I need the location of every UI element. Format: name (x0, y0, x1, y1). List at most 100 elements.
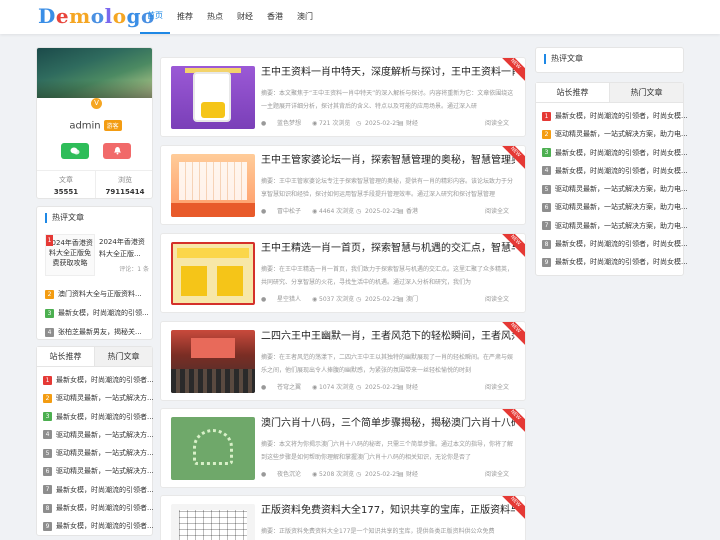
list-item[interactable]: 9 最新女模，时尚潮流的引领者... (43, 520, 154, 532)
article-author[interactable]: 夜色沉沦 (277, 470, 301, 480)
list-item[interactable]: 8 最新女模，时尚潮流的引领者... (43, 502, 154, 514)
recommend-tabs-widget: 站长推荐 热门文章 1 最新女模，时尚潮流的引领者... 2 驱动精灵最新，一站式解… (36, 346, 154, 536)
rank-badge: 4 (45, 327, 54, 337)
author-avatar-icon: ● (261, 296, 267, 303)
list-item[interactable]: 6 驱动精灵最新，一站式解决方案，助力电... (542, 201, 688, 213)
nav-home[interactable]: 首页 (140, 0, 170, 34)
article-author[interactable]: 星空猎人 (277, 295, 301, 305)
tab-popular-articles[interactable]: 热门文章 (609, 83, 683, 102)
list-item[interactable]: 3 最新女模，时尚潮流的引领者，时尚女模... (542, 147, 688, 159)
wechat-button[interactable] (61, 143, 89, 159)
list-item[interactable]: 4 驱动精灵最新，一站式解决方... (43, 429, 154, 441)
list-item[interactable]: 3 最新女模，时尚潮流的引领... (45, 308, 149, 321)
read-more-link[interactable]: 阅读全文 (485, 207, 509, 217)
list-item[interactable]: 3 最新女模，时尚潮流的引领者... (43, 411, 154, 423)
list-item[interactable]: 2 驱动精灵最新，一站式解决方... (43, 392, 154, 404)
article-meta: ● 星空猎人 ◉ 5037 次浏览 ◷ 2025-02-25 ▤ 澳门 阅读全文 (261, 295, 517, 305)
article-thumbnail[interactable] (171, 66, 255, 129)
article-title[interactable]: 澳门六肖十八码，三个简单步骤揭秘，揭秘澳门六肖十八码，三个简单步骤 (261, 417, 515, 431)
list-item-label: 最新女模，时尚潮流的引领者... (56, 376, 154, 384)
list-item-label: 最新女模，时尚潮流的引领者，时尚女模... (555, 258, 688, 267)
author-avatar-icon: ● (261, 471, 267, 478)
featured-title[interactable]: 2024年香港资料大全正版... (99, 236, 149, 260)
list-item[interactable]: 5 驱动精灵最新，一站式解决方... (43, 447, 154, 459)
article-category[interactable]: 澳门 (406, 295, 418, 305)
article-thumbnail[interactable] (171, 417, 255, 480)
list-item-label: 最新女模，时尚潮流的引领... (58, 309, 149, 317)
site-logo[interactable]: Demologo (38, 4, 155, 28)
article-category[interactable]: 香港 (406, 207, 418, 217)
nav-hot[interactable]: 热点 (200, 0, 230, 34)
tab-popular-articles[interactable]: 热门文章 (94, 347, 152, 366)
list-item[interactable]: 9 最新女模，时尚潮流的引领者，时尚女模... (542, 256, 688, 268)
nav-recommend[interactable]: 推荐 (170, 0, 200, 34)
list-item[interactable]: 2 驱动精灵最新，一站式解决方案，助力电... (542, 128, 688, 140)
list-item[interactable]: 7 最新女模，时尚潮流的引领者... (43, 484, 154, 496)
author-avatar-icon: ● (261, 120, 267, 127)
article-thumbnail[interactable] (171, 154, 255, 217)
article-title[interactable]: 二四六王中王幽默一肖，王者风范下的轻松瞬间，王者风范下的幽默瞬间 (261, 330, 515, 344)
article-category[interactable]: 财经 (406, 470, 418, 480)
featured-thumbnail[interactable]: 1 2024年香港资料大全正版免费获取攻略 (45, 234, 95, 276)
list-item[interactable]: 8 最新女模，时尚潮流的引领者，时尚女模... (542, 238, 688, 250)
rank-badge: 7 (542, 221, 551, 231)
list-item[interactable]: 4 张柏芝最新男友，揭秘关... (45, 327, 149, 340)
rank-badge: 2 (43, 393, 52, 403)
read-more-link[interactable]: 阅读全文 (485, 470, 509, 480)
list-item[interactable]: 1 最新女模，时尚潮流的引领者... (43, 374, 154, 386)
views-icon: ◉ (312, 384, 318, 391)
article-title[interactable]: 王中王管家婆论坛一肖，探索智慧管理的奥秘，智慧管理奥秘，王中王管家婆论坛 (261, 154, 515, 168)
nav-macau[interactable]: 澳门 (290, 0, 320, 34)
tab-webmaster-recommend[interactable]: 站长推荐 (536, 83, 609, 102)
profile-username: admin (69, 120, 101, 132)
rank-badge: 2 (542, 129, 551, 139)
featured-hot-article[interactable]: 1 2024年香港资料大全正版免费获取攻略 2024年香港资料大全正版... 评… (45, 234, 149, 276)
list-item[interactable]: 7 驱动精灵最新，一站式解决方案，助力电... (542, 220, 688, 232)
logo-letter: g (126, 4, 142, 28)
article-title[interactable]: 王中王资料一肖中特天，深度解析与探讨，王中王资料一肖中特天 (261, 66, 515, 80)
list-item[interactable]: 4 最新女模，时尚潮流的引领者，时尚女模... (542, 165, 688, 177)
article-author[interactable]: 蓝色梦想 (277, 119, 301, 129)
article-date: 2025-02-25 (365, 471, 400, 478)
article-category[interactable]: 财经 (406, 383, 418, 393)
article-card[interactable]: 王中王管家婆论坛一肖，探索智慧管理的奥秘，智慧管理奥秘，王中王管家婆论坛 摘要：… (160, 145, 526, 225)
nav-hongkong[interactable]: 香港 (260, 0, 290, 34)
widget-title: 热评文章 (544, 54, 583, 64)
notification-button[interactable] (103, 143, 131, 159)
views-icon: ◉ (312, 471, 318, 478)
article-views: 4464 次浏览 (319, 208, 355, 215)
list-item[interactable]: 2 澳门资料大全与正版资料... (45, 289, 149, 302)
logo-letter: l (104, 4, 113, 28)
list-item-label: 驱动精灵最新，一站式解决方... (56, 449, 154, 458)
clock-icon: ◷ (356, 208, 362, 215)
rank-badge: 4 (542, 166, 551, 176)
article-views: 5037 次浏览 (319, 296, 355, 303)
article-card[interactable]: 王中王资料一肖中特天，深度解析与探讨，王中王资料一肖中特天 摘要：本文聚焦于“王… (160, 57, 526, 137)
article-author[interactable]: 苍穹之翼 (277, 383, 301, 393)
list-item[interactable]: 1 最新女模，时尚潮流的引领者，时尚女模... (542, 110, 688, 122)
article-category[interactable]: 财经 (406, 119, 418, 129)
nav-finance[interactable]: 财经 (230, 0, 260, 34)
article-author[interactable]: 冒中松子 (277, 207, 301, 217)
article-card[interactable]: 正版资料免费资料大全177，知识共享的宝库，正版资料与知识共享宝库 摘要：正版资… (160, 495, 526, 540)
tab-webmaster-recommend[interactable]: 站长推荐 (37, 347, 94, 366)
article-thumbnail[interactable] (171, 242, 255, 305)
read-more-link[interactable]: 阅读全文 (485, 295, 509, 305)
stat-label: 文章 (59, 176, 73, 184)
article-title[interactable]: 正版资料免费资料大全177，知识共享的宝库，正版资料与知识共享宝库 (261, 504, 515, 518)
list-item-label: 驱动精灵最新，一站式解决方案，助力电... (555, 221, 688, 230)
list-item[interactable]: 6 驱动精灵最新，一站式解决方... (43, 465, 154, 477)
list-item-label: 驱动精灵最新，一站式解决方... (56, 467, 154, 476)
list-item[interactable]: 5 驱动精灵最新，一站式解决方案，助力电... (542, 183, 688, 195)
article-card[interactable]: 王中王精选一肖一首页，探索智慧与机遇的交汇点，智慧与机遇交汇点 摘要：在王中王精… (160, 233, 526, 313)
logo-letter: e (55, 4, 70, 28)
article-date: 2025-02-25 (365, 296, 400, 303)
read-more-link[interactable]: 阅读全文 (485, 119, 509, 129)
article-title[interactable]: 王中王精选一肖一首页，探索智慧与机遇的交汇点，智慧与机遇交汇点 (261, 242, 515, 256)
article-card[interactable]: 二四六王中王幽默一肖，王者风范下的轻松瞬间，王者风范下的幽默瞬间 摘要：在王者风… (160, 321, 526, 401)
article-card[interactable]: 澳门六肖十八码，三个简单步骤揭秘，揭秘澳门六肖十八码，三个简单步骤 摘要：本文将… (160, 408, 526, 488)
read-more-link[interactable]: 阅读全文 (485, 383, 509, 393)
article-thumbnail[interactable] (171, 504, 255, 540)
list-item-label: 张柏芝最新男友，揭秘关... (58, 328, 142, 336)
article-thumbnail[interactable] (171, 330, 255, 393)
